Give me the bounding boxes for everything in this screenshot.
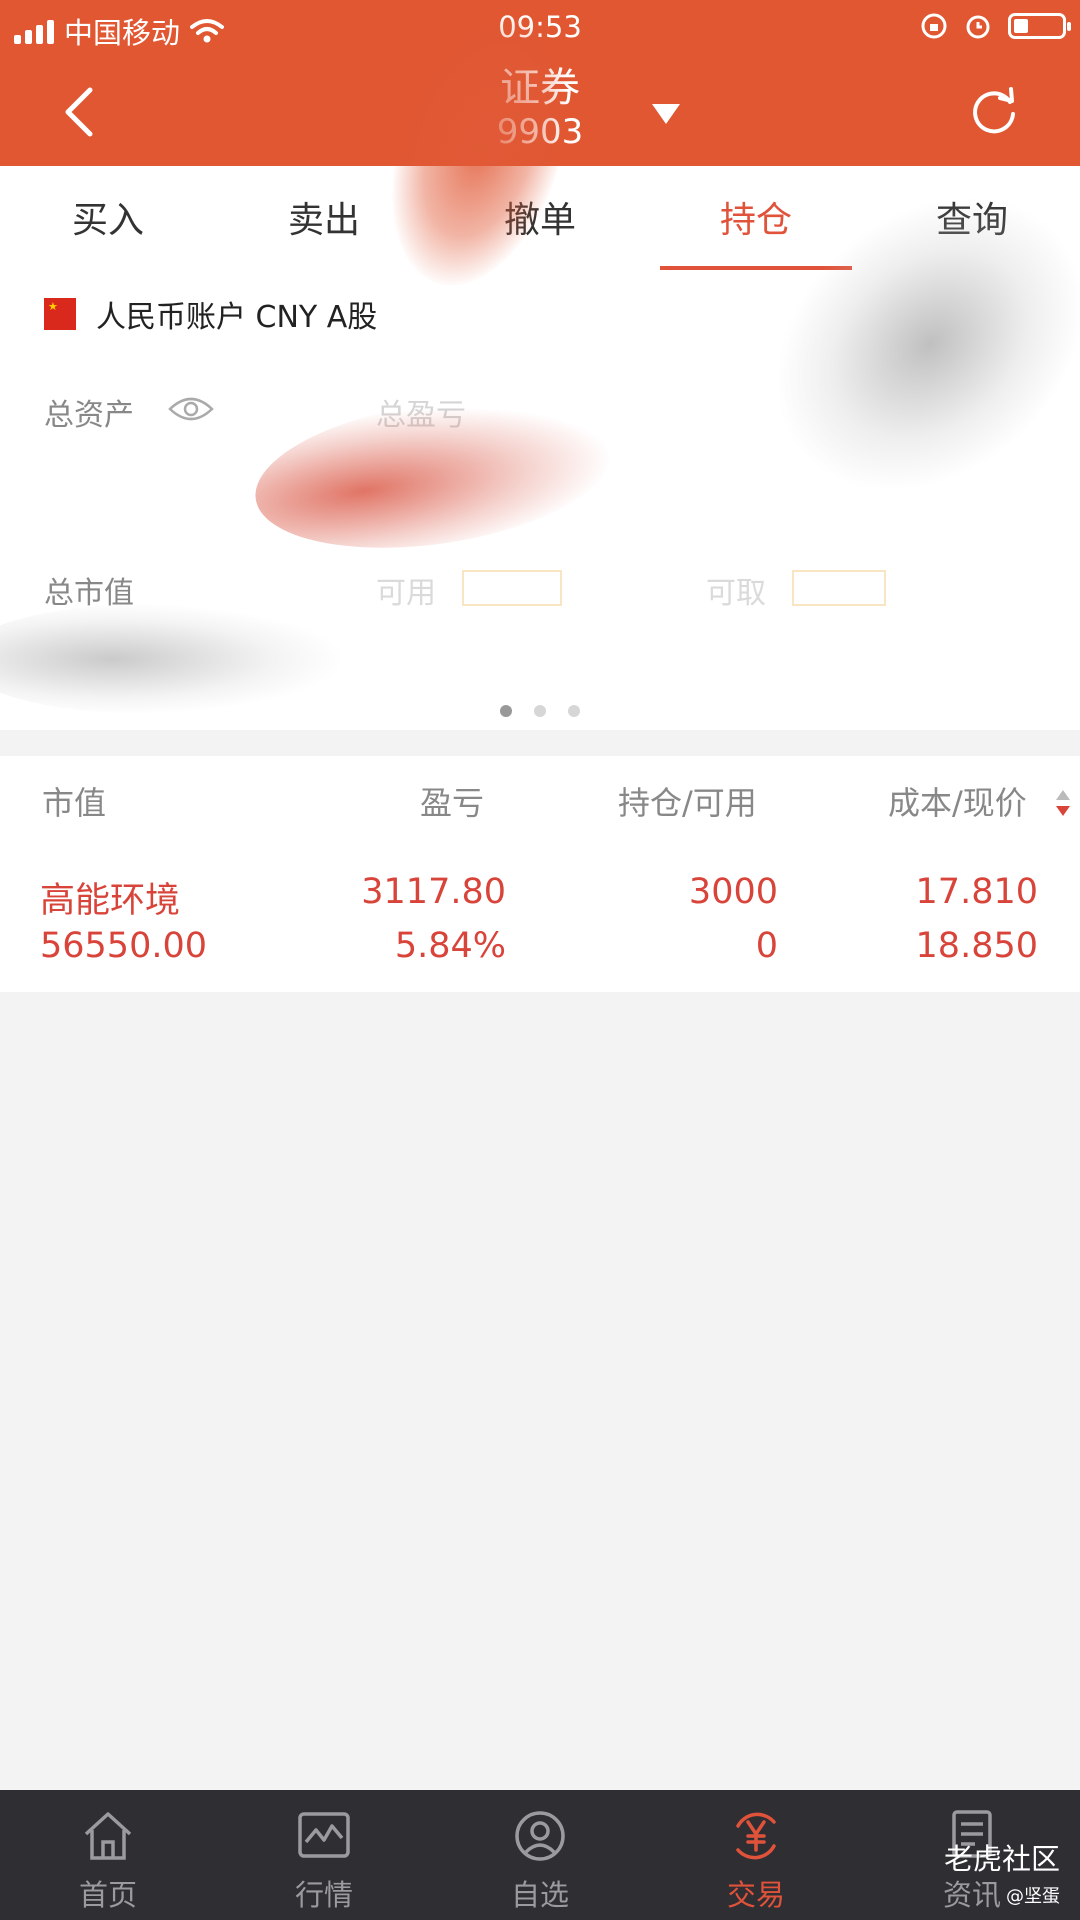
stock-position: 3000 <box>688 872 778 912</box>
tab-cancel-order[interactable]: 撤单 <box>432 166 648 274</box>
header-position[interactable]: 持仓/可用 <box>618 778 757 824</box>
available-value-box <box>462 570 562 606</box>
watermark: 老虎社区 @坚蛋 <box>944 1836 1060 1908</box>
account-title: 人民币账户 CNY A股 <box>96 300 378 335</box>
header-market-value[interactable]: 市值 <box>42 778 106 824</box>
bottom-tab-watchlist[interactable]: 自选 <box>432 1790 648 1920</box>
eye-icon[interactable] <box>168 394 214 424</box>
stock-available: 0 <box>755 926 778 966</box>
withdrawable-value-box <box>792 570 886 606</box>
dropdown-triangle-icon[interactable] <box>648 98 684 128</box>
status-time: 09:53 <box>498 10 582 44</box>
withdrawable-label: 可取 <box>706 576 766 611</box>
tab-query[interactable]: 查询 <box>864 166 1080 274</box>
stock-market-value: 56550.00 <box>40 926 208 966</box>
home-icon <box>84 1812 132 1860</box>
bottom-tab-bar: 首页 行情 自选 交易 资讯 <box>0 1790 1080 1920</box>
bottom-tab-label: 行情 <box>294 1878 353 1912</box>
chart-icon <box>298 1812 350 1858</box>
bottom-tab-label: 交易 <box>726 1878 785 1912</box>
total-pnl-label: 总盈亏 <box>376 398 466 433</box>
battery-icon <box>1008 13 1071 39</box>
watermark-user: @坚蛋 <box>1006 1886 1060 1907</box>
rotation-lock-icon <box>921 13 947 39</box>
account-number: 9903 <box>496 112 584 152</box>
stock-cost: 17.810 <box>915 872 1038 912</box>
watermark-brand: 老虎社区 <box>943 1842 1060 1876</box>
stock-price: 18.850 <box>915 926 1038 966</box>
stock-name: 高能环境 <box>40 881 181 921</box>
holdings-list: 市值 盈亏 持仓/可用 成本/现价 高能环境 56550.00 3117.80 … <box>0 756 1080 992</box>
page-title[interactable]: 证券 <box>0 62 1080 114</box>
bottom-tab-label: 首页 <box>78 1878 137 1912</box>
trade-tabs: 买入 卖出 撤单 持仓 查询 <box>0 166 1080 274</box>
redaction-smudge <box>0 604 340 714</box>
tab-sell[interactable]: 卖出 <box>216 166 432 274</box>
status-bar: 中国移动 09:53 <box>0 0 1080 60</box>
tab-buy[interactable]: 买入 <box>0 166 216 274</box>
tab-positions[interactable]: 持仓 <box>648 166 864 274</box>
bottom-tab-trade[interactable]: 交易 <box>648 1790 864 1920</box>
refresh-icon[interactable] <box>964 82 1024 142</box>
trade-yen-icon <box>736 1812 776 1860</box>
total-assets-label: 总资产 <box>44 398 134 433</box>
watchlist-icon <box>515 1811 565 1861</box>
account-summary-card[interactable]: ★ 人民币账户 CNY A股 总资产 总盈亏 总市值 可用 可取 <box>0 135 1080 730</box>
stock-pnl-pct: 5.84% <box>394 926 506 966</box>
market-value-label: 总市值 <box>44 576 134 611</box>
china-flag-icon: ★ <box>44 298 76 330</box>
available-label: 可用 <box>376 576 436 611</box>
status-right <box>920 12 1071 40</box>
header-cost-price[interactable]: 成本/现价 <box>888 778 1027 824</box>
alarm-icon <box>966 15 990 39</box>
bottom-tab-market[interactable]: 行情 <box>216 1790 432 1920</box>
sort-icon[interactable] <box>1054 788 1072 818</box>
page-indicator <box>0 702 1080 721</box>
header-pnl[interactable]: 盈亏 <box>420 778 484 824</box>
bottom-tab-label: 自选 <box>510 1878 569 1912</box>
stock-pnl: 3117.80 <box>361 872 506 912</box>
bottom-tab-home[interactable]: 首页 <box>0 1790 216 1920</box>
nav-bar: 证券 9903 <box>0 60 1080 166</box>
